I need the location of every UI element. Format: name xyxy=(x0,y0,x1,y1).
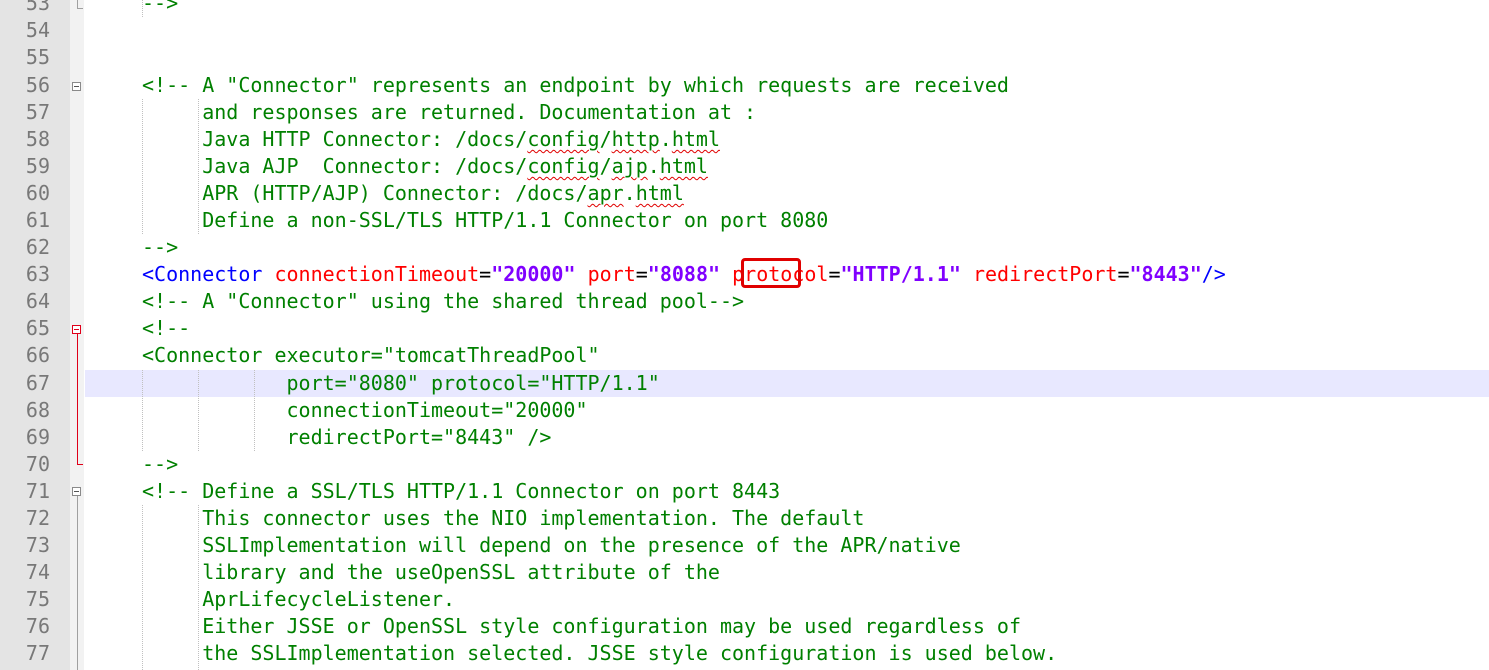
code-editor[interactable]: 53 --> 54 55 56 <!-- A "Connector" repre… xyxy=(0,0,1489,670)
code-text: AprLifecycleListener. xyxy=(142,587,456,611)
line-number: 67 xyxy=(25,371,50,395)
code-text: Java HTTP Connector: /docs/config/http.h… xyxy=(142,126,720,153)
code-line[interactable]: 54 xyxy=(0,17,1489,44)
code-line[interactable]: 57 and responses are returned. Documenta… xyxy=(0,99,1489,126)
code-line[interactable]: 66 <Connector executor="tomcatThreadPool… xyxy=(0,342,1489,369)
code-text: --> xyxy=(142,235,179,259)
code-line[interactable]: 61 Define a non-SSL/TLS HTTP/1.1 Connect… xyxy=(0,207,1489,234)
code-segment: . xyxy=(659,127,672,151)
spellcheck-word: ajp xyxy=(611,154,648,178)
code-text: <Connector executor="tomcatThreadPool" xyxy=(142,343,600,367)
code-segment: APR (HTTP/AJP) Connector: /docs/ xyxy=(142,181,588,205)
line-number: 60 xyxy=(25,181,50,205)
line-number: 75 xyxy=(25,587,50,611)
line-number: 70 xyxy=(25,452,50,476)
code-segment: . xyxy=(623,181,636,205)
code-line-current[interactable]: 67 port="8080" protocol="HTTP/1.1" xyxy=(0,370,1489,397)
line-number: 72 xyxy=(25,506,50,530)
line-number: 54 xyxy=(25,18,50,42)
code-line[interactable]: 74 library and the useOpenSSL attribute … xyxy=(0,559,1489,586)
code-line[interactable]: 77 the SSLImplementation selected. JSSE … xyxy=(0,640,1489,667)
port-highlight-annotation xyxy=(741,258,801,288)
code-text: This connector uses the NIO implementati… xyxy=(142,506,865,530)
line-number: 62 xyxy=(25,235,50,259)
line-number: 71 xyxy=(25,479,50,503)
spellcheck-word: http xyxy=(611,127,660,151)
code-text: <!-- Define a SSL/TLS HTTP/1.1 Connector… xyxy=(142,479,781,503)
code-segment: Java HTTP Connector: /docs/ xyxy=(142,127,528,151)
code-line[interactable]: 55 xyxy=(0,44,1489,71)
spellcheck-word: config xyxy=(527,127,600,151)
spellcheck-word: html xyxy=(635,181,684,205)
code-text: <!-- A "Connector" using the shared thre… xyxy=(142,289,745,313)
code-line[interactable]: 73 SSLImplementation will depend on the … xyxy=(0,532,1489,559)
code-line[interactable]: 70 --> xyxy=(0,451,1489,478)
code-line[interactable]: 64 <!-- A "Connector" using the shared t… xyxy=(0,288,1489,315)
xml-attribute-value: HTTP/1.1 xyxy=(852,262,949,286)
code-line[interactable]: 71 <!-- Define a SSL/TLS HTTP/1.1 Connec… xyxy=(0,478,1489,505)
line-number: 69 xyxy=(25,425,50,449)
line-number: 64 xyxy=(25,289,50,313)
line-number: 68 xyxy=(25,398,50,422)
code-line[interactable]: 72 This connector uses the NIO implement… xyxy=(0,505,1489,532)
line-number: 57 xyxy=(25,100,50,124)
code-segment: . xyxy=(647,154,660,178)
line-number: 65 xyxy=(25,316,50,340)
xml-attribute: redirectPort xyxy=(972,262,1118,286)
spellcheck-word: config xyxy=(527,154,600,178)
port-value: 8088 xyxy=(659,262,709,286)
code-line[interactable]: 76 Either JSSE or OpenSSL style configur… xyxy=(0,613,1489,640)
code-text: and responses are returned. Documentatio… xyxy=(142,100,757,124)
code-line[interactable]: 59 Java AJP Connector: /docs/config/ajp.… xyxy=(0,153,1489,180)
code-line[interactable]: 53 --> xyxy=(0,0,1489,17)
code-text: SSLImplementation will depend on the pre… xyxy=(142,533,961,557)
line-number: 77 xyxy=(25,641,50,665)
line-number: 74 xyxy=(25,560,50,584)
code-line[interactable]: 62 --> xyxy=(0,234,1489,261)
xml-attribute: port xyxy=(587,262,636,286)
code-text: APR (HTTP/AJP) Connector: /docs/apr.html xyxy=(142,180,684,207)
line-number: 58 xyxy=(25,127,50,151)
code-segment: Java AJP Connector: /docs/ xyxy=(142,154,528,178)
code-segment: / xyxy=(599,154,612,178)
code-line[interactable]: 68 connectionTimeout="20000" xyxy=(0,397,1489,424)
line-number: 76 xyxy=(25,614,50,638)
spellcheck-word: html xyxy=(659,154,708,178)
line-number: 66 xyxy=(25,343,50,367)
spellcheck-word: html xyxy=(671,127,720,151)
code-text: connectionTimeout="20000" xyxy=(142,398,588,422)
xml-attribute: connectionTimeout xyxy=(274,262,480,286)
code-line[interactable]: 65 <!-- xyxy=(0,315,1489,342)
code-text: Either JSSE or OpenSSL style configurati… xyxy=(142,614,1021,638)
code-text: --> xyxy=(142,452,179,476)
code-text: --> xyxy=(142,0,179,15)
code-line[interactable]: 75 AprLifecycleListener. xyxy=(0,586,1489,613)
code-line[interactable]: 58 Java HTTP Connector: /docs/config/htt… xyxy=(0,126,1489,153)
code-text: redirectPort="8443" /> xyxy=(142,425,552,449)
xml-tag-open: <Connector xyxy=(142,262,263,286)
line-number: 56 xyxy=(25,73,50,97)
xml-attribute-value: 20000 xyxy=(503,262,564,286)
line-number: 63 xyxy=(25,262,50,286)
line-number: 53 xyxy=(25,0,50,15)
code-line[interactable]: 69 redirectPort="8443" /> xyxy=(0,424,1489,451)
line-number: 59 xyxy=(25,154,50,178)
code-line[interactable]: 60 APR (HTTP/AJP) Connector: /docs/apr.h… xyxy=(0,180,1489,207)
code-line[interactable]: 56 <!-- A "Connector" represents an endp… xyxy=(0,72,1489,99)
connector-element: <Connector connectionTimeout="20000" por… xyxy=(142,262,1226,286)
code-text: Java AJP Connector: /docs/config/ajp.htm… xyxy=(142,153,708,180)
code-segment: / xyxy=(599,127,612,151)
code-text: port="8080" protocol="HTTP/1.1" xyxy=(142,371,660,395)
code-text: the SSLImplementation selected. JSSE sty… xyxy=(142,641,1058,665)
line-number: 73 xyxy=(25,533,50,557)
line-number: 61 xyxy=(25,208,50,232)
xml-tag-close: /> xyxy=(1201,262,1226,286)
spellcheck-word: apr xyxy=(587,181,624,205)
line-number: 55 xyxy=(25,45,50,69)
code-text: <!-- xyxy=(142,316,191,340)
code-text: Define a non-SSL/TLS HTTP/1.1 Connector … xyxy=(142,208,829,232)
code-text: library and the useOpenSSL attribute of … xyxy=(142,560,720,584)
xml-attribute-value: 8443 xyxy=(1141,262,1190,286)
code-text: <!-- A "Connector" represents an endpoin… xyxy=(142,73,1009,97)
